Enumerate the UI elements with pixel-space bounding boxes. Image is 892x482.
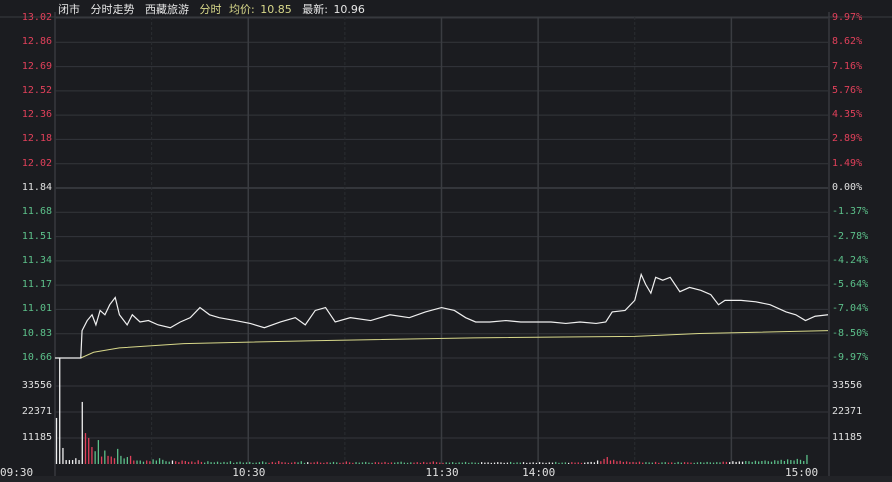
pct-axis-label: -2.78%	[832, 230, 869, 242]
avg-price-line	[80, 330, 829, 359]
price-axis-label: 11.34	[21, 254, 52, 266]
pct-axis-label: -4.24%	[832, 254, 869, 266]
pct-axis-label: 5.76%	[832, 84, 863, 96]
volume-axis-label: 22371	[21, 405, 52, 417]
pct-axis-label: 4.35%	[832, 109, 863, 121]
pct-axis-label: 2.89%	[832, 133, 863, 145]
price-axis-label: 10.66	[21, 352, 52, 363]
price-axis-label: 11.68	[21, 206, 52, 218]
pct-axis-label: 7.16%	[832, 60, 863, 72]
pct-axis-label: 8.62%	[832, 36, 863, 48]
bottom-bar	[0, 476, 892, 482]
price-axis-label: 12.52	[21, 84, 52, 96]
pct-axis-label: -5.64%	[832, 279, 869, 291]
price-axis-label: 10.83	[21, 327, 52, 339]
pct-axis-label: 9.97%	[832, 12, 863, 23]
price-axis-label: 11.51	[21, 230, 52, 242]
intraday-chart[interactable]	[0, 0, 892, 482]
pct-axis-label: -9.97%	[832, 352, 869, 363]
price-axis-label: 12.69	[21, 60, 52, 72]
volume-axis-label: 33556	[21, 379, 52, 391]
pct-axis-label: -8.50%	[832, 327, 869, 339]
price-axis-label: 12.86	[21, 36, 52, 48]
price-axis-label: 12.36	[21, 109, 52, 121]
pct-axis-label: 1.49%	[832, 157, 863, 169]
volume-axis-label-right: 33556	[832, 379, 863, 391]
price-axis-label: 11.84	[21, 182, 52, 193]
pct-axis-label: -7.04%	[832, 303, 869, 315]
volume-axis-label-right: 11185	[832, 432, 863, 443]
pct-axis-label: -1.37%	[832, 206, 869, 218]
price-axis-label: 12.02	[21, 157, 52, 169]
volume-axis-label-right: 22371	[832, 405, 863, 417]
volume-axis-label: 11185	[21, 432, 52, 443]
price-axis-label: 12.18	[21, 133, 52, 145]
price-axis-label: 13.02	[21, 12, 52, 23]
price-axis-label: 11.17	[21, 279, 52, 291]
price-axis-label: 11.01	[21, 303, 52, 315]
pct-axis-label: 0.00%	[832, 182, 863, 193]
